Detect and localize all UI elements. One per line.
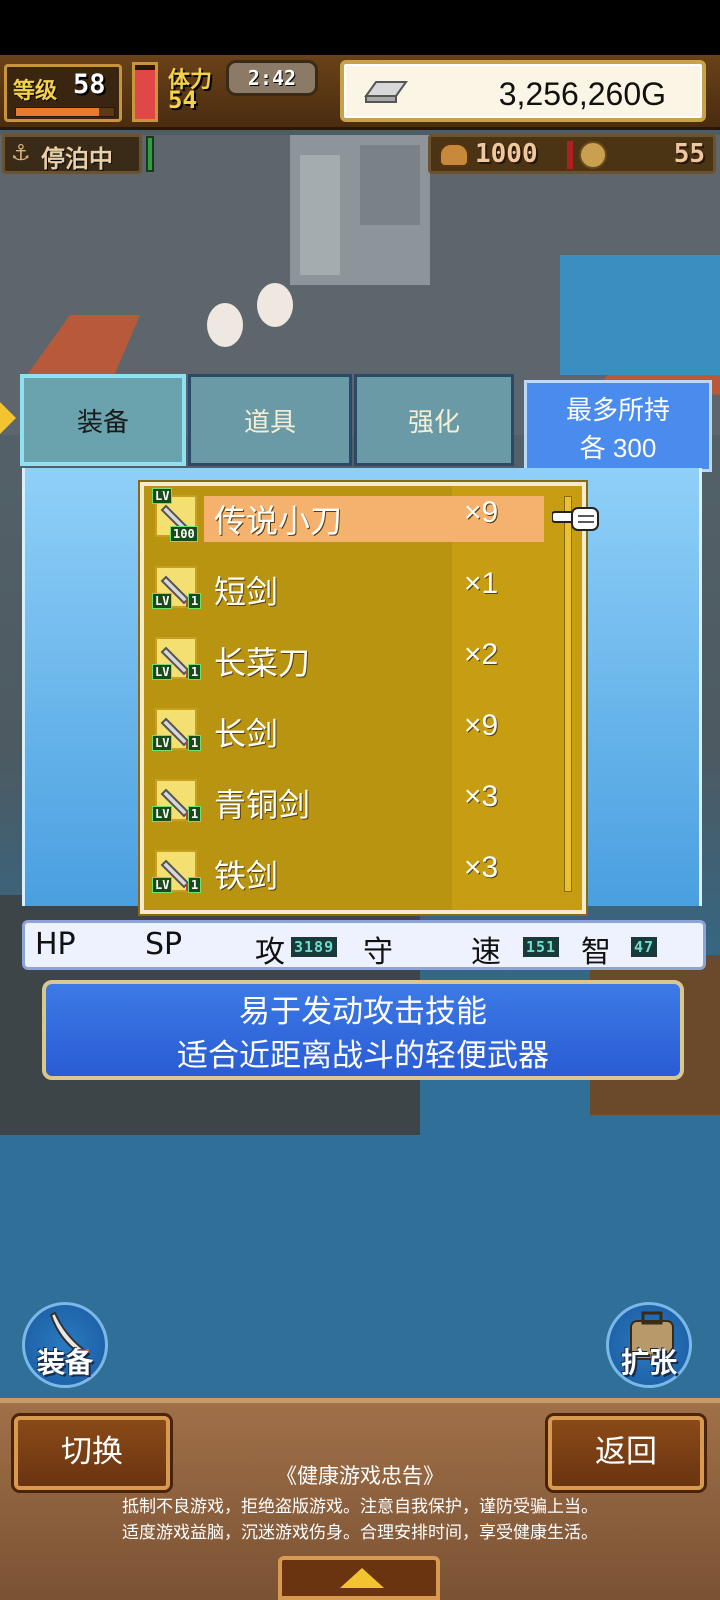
tab-equipment[interactable]: 装备 — [20, 374, 186, 466]
anchor-status[interactable]: ⚓ 停泊中 — [2, 134, 142, 174]
item-stats-bar: HP SP 攻 3189 守 速 151 智 47 — [22, 920, 706, 970]
item-quantity: ×1 — [464, 567, 499, 600]
anchor-status-label: 停泊中 — [41, 145, 113, 173]
max-hold-title: 最多所持 — [565, 395, 670, 425]
item-quantity: ×2 — [464, 638, 499, 671]
stat-attack-value: 3189 — [291, 937, 338, 957]
item-level-badge: 1 — [188, 593, 202, 609]
health-advisory-title: 《健康游戏忠告》 — [276, 1465, 444, 1488]
item-row[interactable]: LV 1 铁剑 ×3 — [144, 843, 582, 903]
health-advisory-line-2: 适度游戏益脑，沉迷游戏伤身。合理安排时间，享受健康生活。 — [122, 1523, 598, 1542]
item-name: 短剑 — [214, 574, 279, 610]
stat-defense-label: 守 — [363, 935, 393, 970]
item-row[interactable]: LV 1 青铜剑 ×3 — [144, 772, 582, 832]
up-arrow-icon — [340, 1568, 384, 1588]
description-line-2: 适合近距离战斗的轻便武器 — [177, 1038, 549, 1073]
item-row[interactable]: LV 1 长剑 ×9 — [144, 701, 582, 761]
silver-bar-icon — [364, 81, 408, 103]
sword-item-icon — [155, 850, 197, 892]
item-description: 易于发动攻击技能 适合近距离战斗的轻便武器 — [42, 980, 684, 1080]
max-hold-info: 最多所持 各 300 — [524, 380, 712, 472]
stamina-gauge — [132, 62, 158, 122]
food-bag-icon — [439, 143, 469, 167]
item-level-badge: 100 — [170, 526, 198, 542]
item-row[interactable]: LV 100 传说小刀 ×9 — [144, 488, 582, 548]
sword-item-icon — [155, 566, 197, 608]
item-name: 传说小刀 — [214, 503, 343, 539]
item-level-badge: 1 — [188, 735, 202, 751]
item-row[interactable]: LV 1 短剑 ×1 — [144, 559, 582, 619]
stamina-value: 54 — [168, 86, 197, 114]
item-name: 铁剑 — [214, 858, 279, 894]
medal-coin-icon — [579, 141, 607, 169]
item-quantity: ×3 — [464, 851, 499, 884]
item-level-badge: 1 — [188, 806, 202, 822]
sword-item-icon — [155, 708, 197, 750]
expand-round-button[interactable]: 扩张 — [606, 1302, 692, 1388]
player-level-panel: 等级 58 — [4, 64, 122, 122]
item-name: 长菜刀 — [214, 645, 311, 681]
equip-round-button[interactable]: 装备 — [22, 1302, 108, 1388]
item-level-badge: 1 — [188, 664, 202, 680]
level-label: 等级 — [13, 79, 58, 104]
stat-speed-label: 速 — [471, 935, 501, 970]
item-name: 长剑 — [214, 716, 279, 752]
item-level-label: LV — [152, 877, 173, 893]
game-clock: 2:42 — [226, 60, 318, 96]
anchor-indicator — [146, 136, 154, 172]
stat-intelligence-label: 智 — [581, 935, 611, 970]
item-level-badge: 1 — [188, 877, 202, 893]
sword-item-icon — [155, 779, 197, 821]
equip-round-label: 装备 — [36, 1346, 93, 1379]
stat-intelligence-value: 47 — [631, 937, 658, 957]
item-quantity: ×9 — [464, 496, 499, 529]
health-advisory-line-1: 抵制不良游戏，拒绝盗版游戏。注意自我保护，谨防受骗上当。 — [122, 1497, 598, 1516]
resource-panel: 1000 55 — [428, 134, 716, 174]
list-scrollbar[interactable] — [564, 496, 572, 892]
tab-enhance[interactable]: 强化 — [354, 374, 514, 466]
sword-item-icon — [155, 637, 197, 679]
expand-menu-button[interactable] — [278, 1556, 440, 1600]
item-level-label: LV — [152, 488, 173, 504]
food-amount: 1000 — [475, 139, 538, 169]
stat-speed-value: 151 — [523, 937, 560, 957]
max-hold-value: 各 300 — [579, 433, 657, 463]
item-row[interactable]: LV 1 长菜刀 ×2 — [144, 630, 582, 690]
pointing-hand-icon — [552, 507, 599, 531]
level-value: 58 — [73, 69, 106, 100]
stamina-gauge-fill — [135, 70, 155, 119]
gold-amount: 3,256,260G — [498, 76, 666, 112]
item-level-label: LV — [152, 735, 173, 751]
stat-attack-label: 攻 — [255, 935, 285, 970]
resource-divider — [567, 141, 573, 169]
anchor-icon: ⚓ — [11, 141, 31, 166]
item-level-label: LV — [152, 806, 173, 822]
item-level-label: LV — [152, 593, 173, 609]
item-quantity: ×9 — [464, 709, 499, 742]
item-quantity: ×3 — [464, 780, 499, 813]
item-name: 青铜剑 — [214, 787, 311, 823]
coin-amount: 55 — [673, 139, 705, 169]
stat-sp-label: SP — [145, 927, 183, 962]
item-level-label: LV — [152, 664, 173, 680]
level-progress-fill — [16, 108, 100, 116]
item-list[interactable]: LV 100 传说小刀 ×9 LV 1 短剑 ×1 LV 1 长菜刀 ×2 LV 1 长剑 ×9 LV 1 青铜剑 ×… — [140, 482, 586, 914]
description-line-1: 易于发动攻击技能 — [239, 994, 487, 1029]
level-progress-bar — [15, 107, 115, 117]
tab-left-arrow-icon[interactable] — [0, 402, 16, 434]
stat-hp-label: HP — [35, 927, 76, 962]
gold-panel: 3,256,260G — [340, 60, 706, 122]
tab-items[interactable]: 道具 — [188, 374, 352, 466]
expand-round-label: 扩张 — [620, 1346, 677, 1379]
